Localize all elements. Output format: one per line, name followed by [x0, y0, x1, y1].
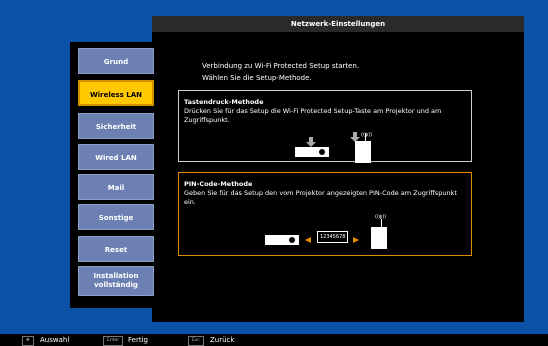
pin-method-text: Geben Sie für das Setup den vom Projekto… [184, 189, 457, 206]
esc-key-icon: Esc [188, 336, 204, 346]
select-hint: Auswahl [40, 336, 70, 344]
access-point-icon [355, 141, 371, 163]
intro-line-2: Wählen Sie die Setup-Methode. [202, 74, 312, 82]
arrow-right-icon [353, 237, 359, 243]
menu-item-sicherheit[interactable]: Sicherheit [78, 113, 154, 139]
panel-title: Netzwerk-Einstellungen [152, 16, 524, 32]
projector-icon [295, 147, 329, 157]
finish-hint: Fertig [128, 336, 148, 344]
push-method-text: Drücken Sie für das Setup die Wi-Fi Prot… [184, 107, 442, 124]
intro-line-1: Verbindung zu Wi-Fi Protected Setup star… [202, 62, 360, 70]
arrow-left-icon [305, 237, 311, 243]
projector-icon [265, 235, 299, 245]
menu-item-grund[interactable]: Grund [78, 48, 154, 74]
push-button-method-option[interactable]: Tastendruck-Methode Drücken Sie für das … [178, 90, 472, 163]
pin-code-method-option[interactable]: PIN-Code-Methode Geben Sie für das Setup… [178, 172, 472, 256]
pin-method-heading: PIN-Code-Methode [184, 180, 253, 188]
back-hint: Zurück [210, 336, 235, 344]
push-method-heading: Tastendruck-Methode [184, 98, 264, 106]
access-point-icon [371, 227, 387, 249]
menu-item-mail[interactable]: Mail [78, 174, 154, 200]
menu-item-wired-lan[interactable]: Wired LAN [78, 144, 154, 170]
dpad-icon: ✥ [22, 336, 34, 346]
pin-code-display: 12345678 [317, 231, 349, 243]
intro-text: Verbindung zu Wi-Fi Protected Setup star… [202, 60, 359, 84]
footer-key-bar [0, 334, 548, 346]
menu-item-reset[interactable]: Reset [78, 236, 154, 262]
signal-icon: ((ψ)) [375, 214, 387, 220]
menu-item-sonstige[interactable]: Sonstige [78, 204, 154, 230]
menu-item-wireless-lan[interactable]: Wireless LAN [78, 80, 154, 106]
menu-item-installation-vollstaendig[interactable]: Installation vollständig [78, 266, 154, 296]
enter-key-icon: Enter [103, 336, 124, 346]
signal-icon: ((ψ)) [361, 132, 373, 138]
